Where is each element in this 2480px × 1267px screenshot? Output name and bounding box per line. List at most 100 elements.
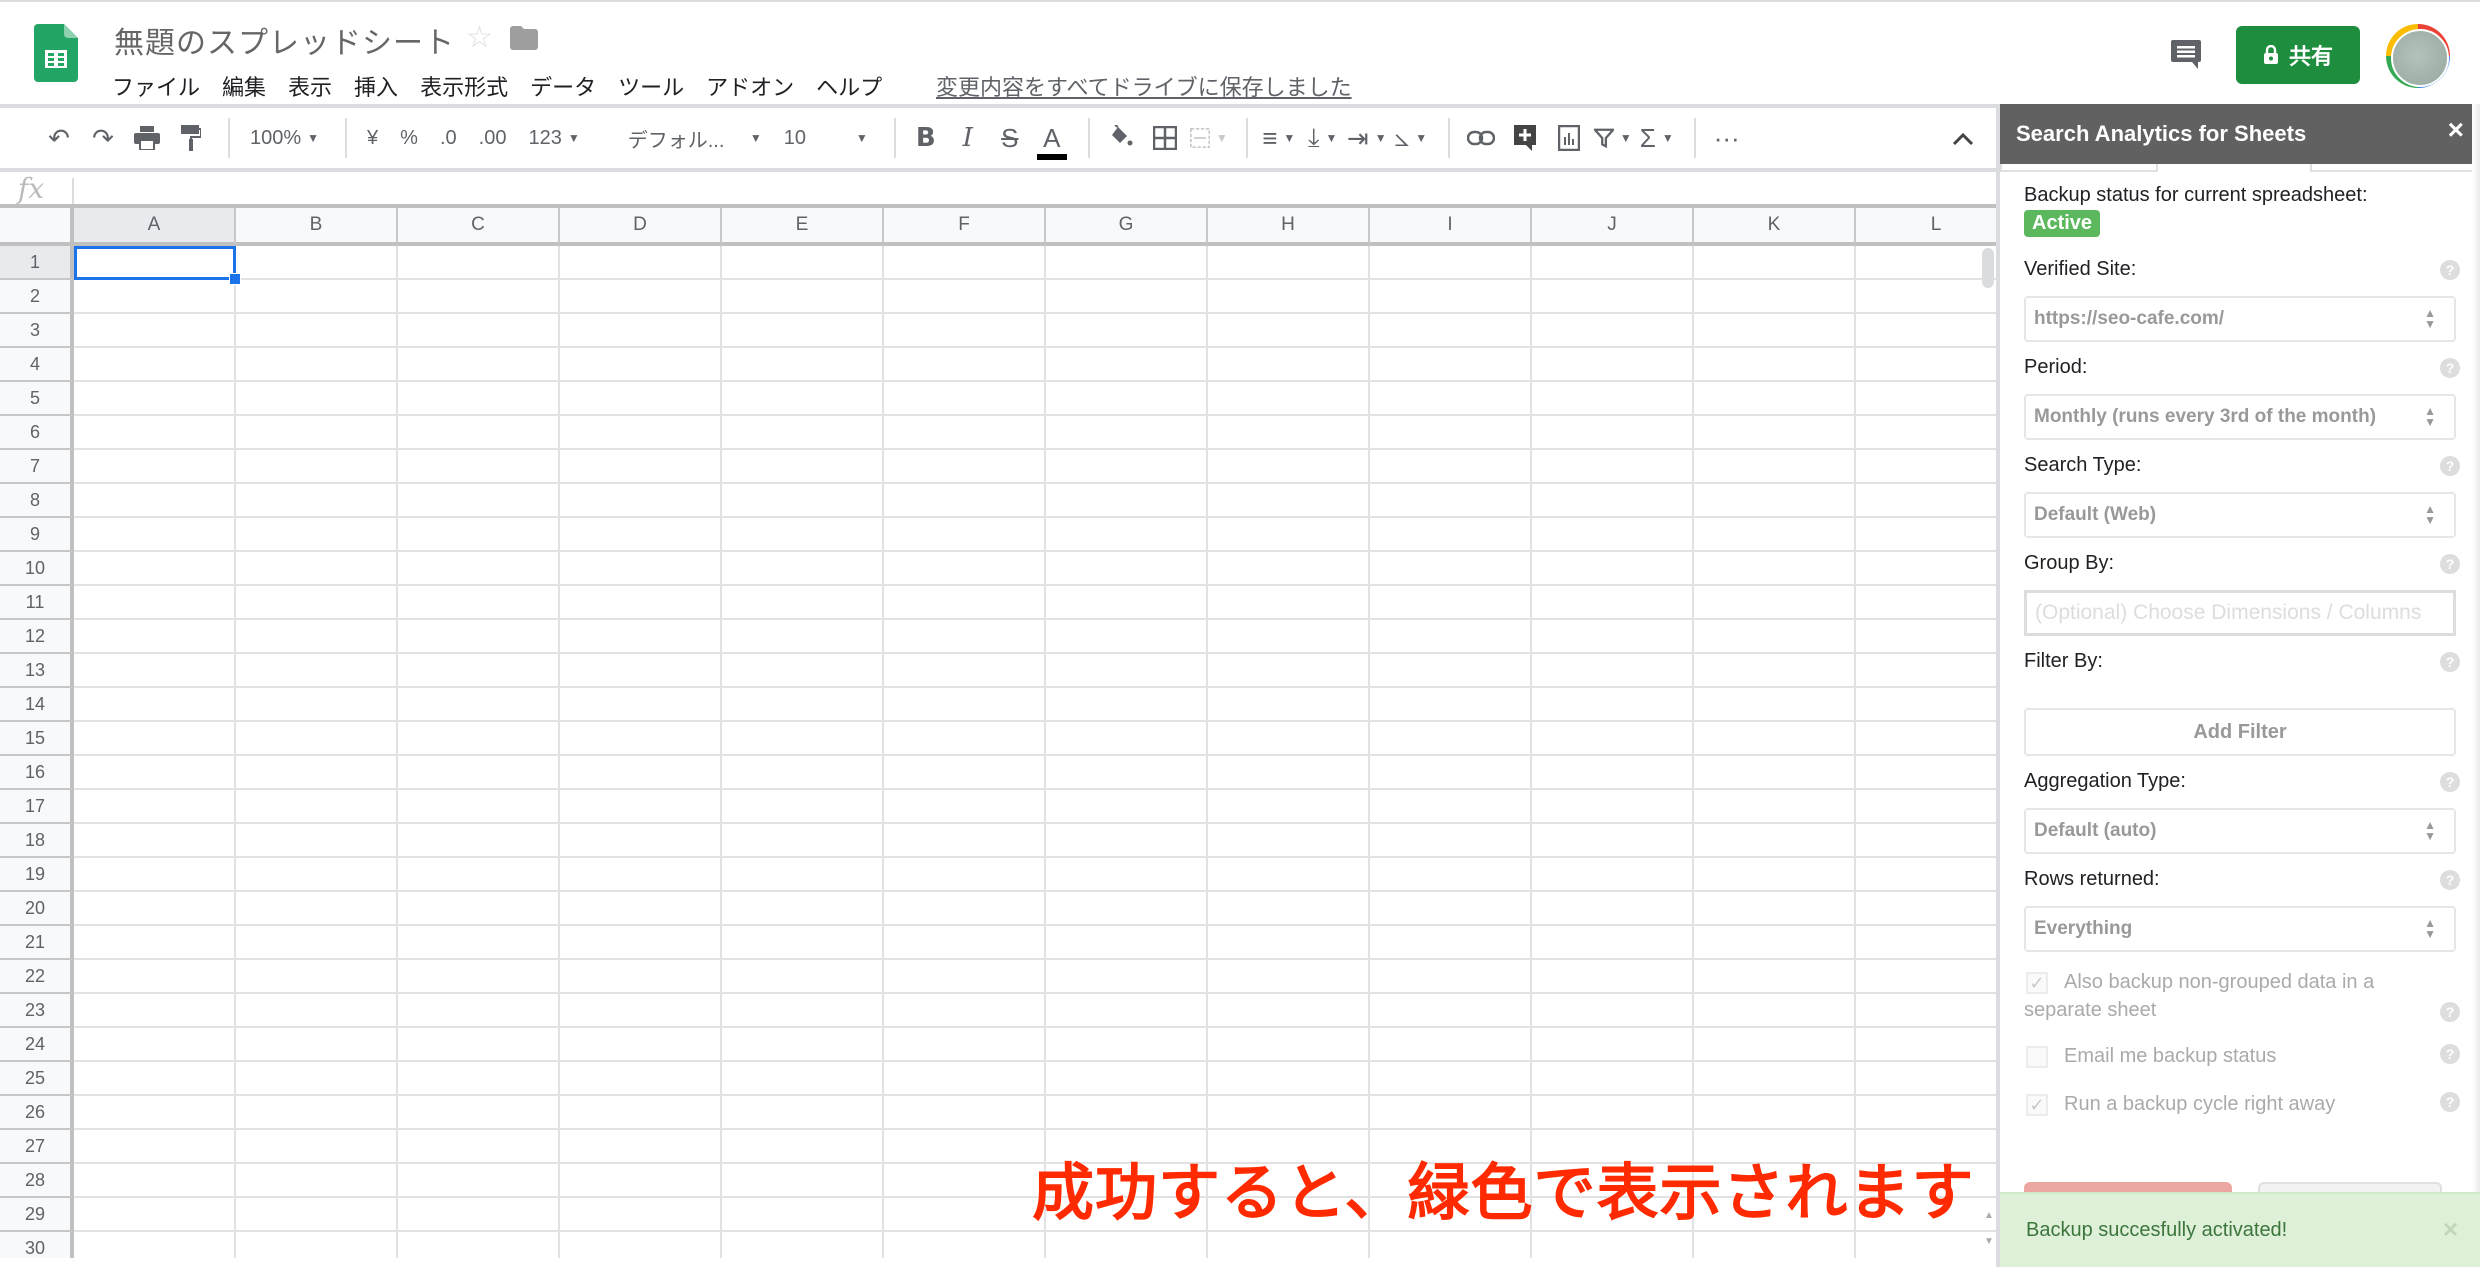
row-header[interactable]: 15 [0, 722, 74, 756]
group-by-input[interactable]: (Optional) Choose Dimensions / Columns [2024, 590, 2456, 636]
column-header[interactable]: I [1370, 208, 1532, 246]
row-header[interactable]: 1 [0, 246, 74, 280]
row-header[interactable]: 14 [0, 688, 74, 722]
insert-chart-icon[interactable] [1550, 118, 1588, 158]
scroll-left-arrow-icon[interactable]: ◀ [1942, 1256, 1950, 1258]
scroll-up-arrow-icon[interactable]: ▲ [1984, 1210, 1994, 1221]
scroll-right-arrow-icon[interactable]: ▶ [1966, 1256, 1974, 1258]
column-header[interactable]: E [722, 208, 884, 246]
row-header[interactable]: 30 [0, 1232, 74, 1258]
fill-color-icon[interactable] [1102, 118, 1140, 158]
email-status-checkbox[interactable] [2026, 1046, 2048, 1068]
column-header[interactable]: D [560, 208, 722, 246]
row-header[interactable]: 12 [0, 620, 74, 654]
row-header[interactable]: 5 [0, 382, 74, 416]
star-icon[interactable]: ☆ [466, 20, 493, 55]
document-title[interactable]: 無題のスプレッドシート [114, 18, 455, 62]
column-header[interactable]: A [74, 208, 236, 246]
help-icon[interactable]: ? [2440, 260, 2460, 280]
share-button[interactable]: 共有 [2236, 26, 2360, 84]
menu-insert[interactable]: 挿入 [354, 68, 398, 104]
menu-tools[interactable]: ツール [618, 68, 684, 104]
functions-icon[interactable]: Σ ▼ [1638, 118, 1676, 158]
vertical-align-icon[interactable]: ⤓ ▼ [1304, 118, 1342, 158]
column-header[interactable]: C [398, 208, 560, 246]
select-all-corner[interactable] [0, 208, 74, 246]
row-header[interactable]: 23 [0, 994, 74, 1028]
more-formats-button[interactable]: 123 ▼ [520, 118, 587, 158]
column-header[interactable]: F [884, 208, 1046, 246]
text-color-button[interactable]: A [1034, 118, 1070, 160]
help-icon[interactable]: ? [2440, 1044, 2460, 1064]
save-status-link[interactable]: 変更内容をすべてドライブに保存しました [936, 70, 1352, 102]
row-header[interactable]: 22 [0, 960, 74, 994]
menu-data[interactable]: データ [530, 68, 596, 104]
row-header[interactable]: 9 [0, 518, 74, 552]
decrease-decimal-button[interactable]: .0 [432, 118, 465, 158]
row-header[interactable]: 26 [0, 1096, 74, 1130]
row-header[interactable]: 3 [0, 314, 74, 348]
row-header[interactable]: 8 [0, 484, 74, 518]
row-header[interactable]: 13 [0, 654, 74, 688]
help-icon[interactable]: ? [2440, 652, 2460, 672]
text-wrapping-icon[interactable]: ⇥ ▼ [1347, 118, 1387, 158]
currency-format-button[interactable]: ¥ [359, 118, 386, 158]
redo-icon[interactable]: ↷ [84, 118, 122, 158]
verified-site-select[interactable]: https://seo-cafe.com/ ▲ ▼ [2024, 296, 2456, 342]
column-header[interactable]: L [1856, 208, 1996, 246]
row-header[interactable]: 17 [0, 790, 74, 824]
bold-button[interactable]: B [908, 118, 944, 158]
search-type-select[interactable]: Default (Web) ▲ ▼ [2024, 492, 2456, 538]
horizontal-align-icon[interactable]: ≡ ▼ [1260, 118, 1298, 158]
font-select[interactable]: デフォル... ▼ [620, 118, 770, 158]
help-icon[interactable]: ? [2440, 772, 2460, 792]
folder-icon[interactable] [510, 26, 538, 50]
row-header[interactable]: 7 [0, 450, 74, 484]
help-icon[interactable]: ? [2440, 554, 2460, 574]
vertical-scrollbar[interactable] [1982, 248, 1994, 288]
row-header[interactable]: 18 [0, 824, 74, 858]
close-icon[interactable]: × [2448, 114, 2464, 146]
row-header[interactable]: 28 [0, 1164, 74, 1198]
row-header[interactable]: 16 [0, 756, 74, 790]
collapse-toolbar-icon[interactable] [1952, 122, 1974, 153]
row-header[interactable]: 25 [0, 1062, 74, 1096]
text-rotation-icon[interactable]: ⦣ ▼ [1392, 118, 1430, 158]
help-icon[interactable]: ? [2440, 358, 2460, 378]
borders-icon[interactable] [1146, 118, 1184, 158]
row-header[interactable]: 21 [0, 926, 74, 960]
period-select[interactable]: Monthly (runs every 3rd of the month) ▲ ▼ [2024, 394, 2456, 440]
cell-area[interactable] [74, 246, 1996, 1258]
help-icon[interactable]: ? [2440, 1092, 2460, 1112]
row-header[interactable]: 11 [0, 586, 74, 620]
run-backup-checkbox[interactable]: ✓ [2026, 1094, 2048, 1116]
active-cell-a1[interactable] [74, 246, 241, 285]
column-header[interactable]: H [1208, 208, 1370, 246]
column-header[interactable]: K [1694, 208, 1856, 246]
google-sheets-logo-icon[interactable] [34, 24, 78, 82]
row-header[interactable]: 10 [0, 552, 74, 586]
menu-format[interactable]: 表示形式 [420, 68, 508, 104]
print-icon[interactable] [128, 118, 166, 158]
scroll-down-arrow-icon[interactable]: ▼ [1984, 1236, 1994, 1247]
menu-addons[interactable]: アドオン [706, 68, 794, 104]
aggregation-type-select[interactable]: Default (auto) ▲ ▼ [2024, 808, 2456, 854]
help-icon[interactable]: ? [2440, 1002, 2460, 1022]
close-icon[interactable]: × [2443, 1214, 2458, 1245]
row-header[interactable]: 4 [0, 348, 74, 382]
comment-icon[interactable] [2170, 38, 2202, 70]
strikethrough-button[interactable]: S [992, 118, 1028, 158]
add-filter-button[interactable]: Add Filter [2024, 708, 2456, 756]
help-icon[interactable]: ? [2440, 456, 2460, 476]
more-options-icon[interactable]: ··· [1708, 118, 1746, 158]
user-avatar[interactable] [2386, 24, 2450, 88]
row-header[interactable]: 24 [0, 1028, 74, 1062]
row-header[interactable]: 19 [0, 858, 74, 892]
sidebar-tab[interactable] [2000, 164, 2158, 172]
rows-returned-select[interactable]: Everything ▲ ▼ [2024, 906, 2456, 952]
column-header[interactable]: J [1532, 208, 1694, 246]
row-header[interactable]: 6 [0, 416, 74, 450]
row-header[interactable]: 29 [0, 1198, 74, 1232]
help-icon[interactable]: ? [2440, 870, 2460, 890]
row-header[interactable]: 20 [0, 892, 74, 926]
